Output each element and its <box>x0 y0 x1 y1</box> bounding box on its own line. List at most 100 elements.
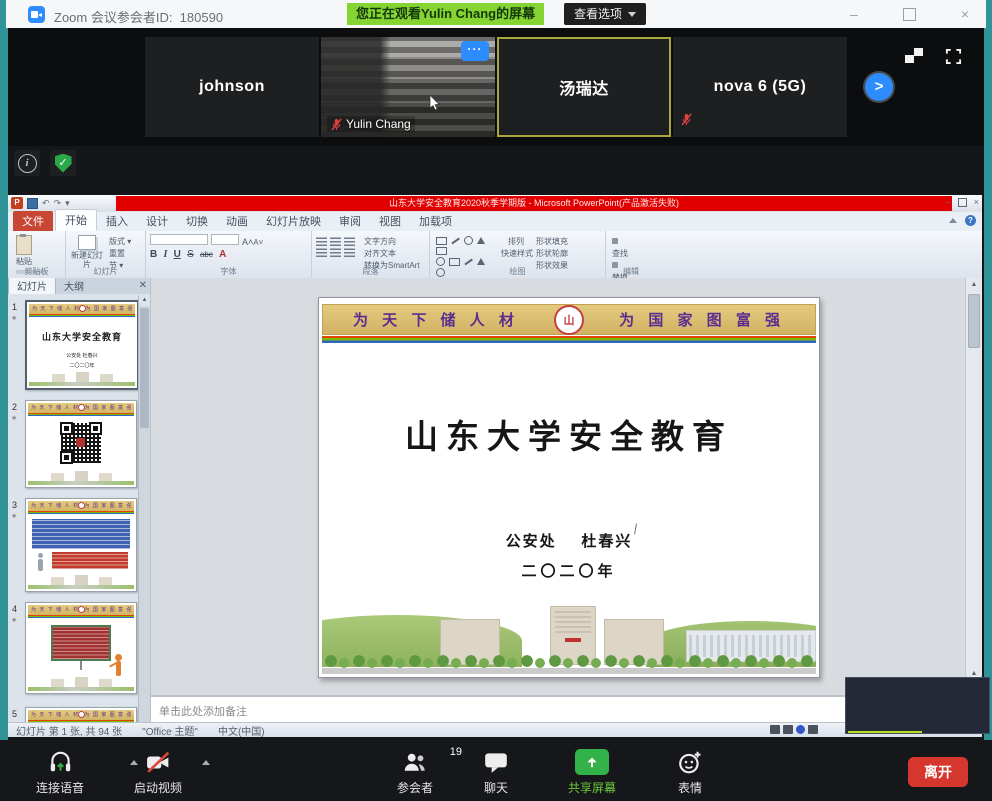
share-screen-button[interactable]: 共享屏幕 <box>556 748 628 796</box>
participants-button[interactable]: 19 参会者 <box>384 748 446 796</box>
italic-button[interactable]: I <box>163 249 167 260</box>
panel-tab-slides[interactable]: 幻灯片 <box>8 278 56 294</box>
clear-formatting-button[interactable]: abc <box>200 250 213 259</box>
leave-meeting-button[interactable]: 离开 <box>908 757 968 787</box>
text-direction-button[interactable]: 文字方向 <box>364 236 420 248</box>
reading-view-button[interactable] <box>796 725 805 734</box>
normal-view-button[interactable] <box>770 725 780 734</box>
chat-button[interactable]: 聊天 <box>472 748 520 796</box>
animation-star-icon: ★ <box>11 512 17 520</box>
grow-font-icon[interactable]: A˄ <box>242 237 253 247</box>
slide-thumbnail-2[interactable]: 为 天 下 储 人 材为 国 家 图 富 强 <box>25 400 137 488</box>
fullscreen-icon[interactable] <box>945 48 962 65</box>
tab-design[interactable]: 设计 <box>137 211 177 231</box>
chat-icon <box>483 750 509 774</box>
slide-thumbnail-5[interactable]: 为 天 下 储 人 材为 国 家 图 富 强 <box>25 707 137 722</box>
reactions-button[interactable]: 表情 <box>660 748 720 796</box>
floating-video-overlay[interactable] <box>845 677 990 734</box>
bold-button[interactable]: B <box>150 249 157 260</box>
shrink-font-icon[interactable]: A˅ <box>253 238 263 247</box>
tab-slideshow[interactable]: 幻灯片放映 <box>257 211 330 231</box>
help-icon[interactable]: ? <box>965 215 976 226</box>
tab-file[interactable]: 文件 <box>13 211 53 231</box>
participant-tile-video[interactable]: Yulin Chang ··· Yulin Chang <box>321 37 495 137</box>
font-name-box[interactable] <box>150 234 208 245</box>
panel-scrollbar[interactable]: ▲ <box>138 295 150 722</box>
minimize-button[interactable]: – <box>847 0 861 28</box>
next-participants-button[interactable]: > <box>865 73 893 101</box>
ppt-status-bar: 幻灯片 第 1 张, 共 94 张 "Office 主题" 中文(中国) <box>8 722 982 737</box>
join-audio-button[interactable]: 连接语音 <box>18 748 102 796</box>
font-color-button[interactable]: A <box>219 249 226 260</box>
shape-fill-button[interactable]: 形状填充 <box>536 236 568 248</box>
slide-canvas[interactable]: 为 天 下 储 人 材 山 为 国 家 图 富 强 山东大学安全教育 公安处 杜… <box>318 297 820 678</box>
find-button[interactable]: 查找 <box>612 236 652 260</box>
minimize-ribbon-icon[interactable] <box>949 218 957 223</box>
ppt-minimize-button[interactable]: – <box>946 197 951 207</box>
zoom-app-icon <box>28 6 45 23</box>
strikethrough-button[interactable]: S <box>187 249 194 260</box>
info-icon[interactable]: i <box>18 154 37 173</box>
maximize-button[interactable] <box>903 8 916 21</box>
paragraph-group: 文字方向 对齐文本 转换为SmartArt 段落 <box>312 231 430 278</box>
view-options-button[interactable]: 查看选项 <box>564 3 646 25</box>
slide-number: 3 <box>12 500 17 510</box>
thumb-banner-left: 为 天 下 储 人 材 <box>32 304 79 314</box>
slide-year: 二〇二〇年 <box>319 560 819 581</box>
quick-styles-button[interactable]: 快速样式 <box>501 248 531 260</box>
slide-thumbnail-4[interactable]: 为 天 下 储 人 材为 国 家 图 富 强 <box>25 602 137 694</box>
slide-thumbnail-3[interactable]: 为 天 下 储 人 材为 国 家 图 富 强 <box>25 498 137 592</box>
tab-transitions[interactable]: 切换 <box>177 211 217 231</box>
thumb-banner-left: 为 天 下 储 人 材 <box>31 605 78 615</box>
undo-icon[interactable]: ↶ <box>42 197 50 209</box>
tab-view[interactable]: 视图 <box>370 211 410 231</box>
arrange-button[interactable]: 排列 <box>501 236 531 248</box>
encryption-shield-icon[interactable]: ✓ <box>55 154 72 173</box>
panel-tab-outline[interactable]: 大纲 <box>56 278 92 294</box>
editing-group-label: 编辑 <box>606 266 656 277</box>
new-slide-button[interactable]: 新建幻灯片 <box>70 234 104 269</box>
powerpoint-app-icon: P <box>11 197 23 209</box>
font-size-box[interactable] <box>211 234 239 245</box>
participant-tile[interactable]: johnson <box>145 37 319 137</box>
participant-tile[interactable]: nova 6 (5G) <box>673 37 847 137</box>
gallery-view-icon[interactable] <box>905 48 923 63</box>
find-label: 查找 <box>612 248 652 260</box>
slides-group: 新建幻灯片 版式 ▾ 重置 节 ▾ 幻灯片 <box>66 231 146 278</box>
alignment-buttons[interactable] <box>316 237 362 259</box>
shape-outline-button[interactable]: 形状轮廓 <box>536 248 568 260</box>
layout-button[interactable]: 版式 ▾ <box>109 236 131 248</box>
redo-icon[interactable]: ↷ <box>54 197 62 209</box>
vertical-scrollbar[interactable]: ▲ ▲▼ <box>965 278 982 695</box>
qat-dropdown-icon[interactable]: ▾ <box>65 197 70 209</box>
thumb-figure <box>38 559 43 571</box>
underline-button[interactable]: U <box>174 249 181 260</box>
zoom-meeting-window: Zoom 会议参会者ID: 180590 您正在观看Yulin Chang的屏幕… <box>0 0 992 801</box>
paste-button[interactable]: 粘贴 <box>12 234 36 267</box>
slide-sorter-view-button[interactable] <box>783 725 793 734</box>
tab-home[interactable]: 开始 <box>55 209 97 231</box>
participant-tile-active-speaker[interactable]: 汤瑞达 <box>497 37 671 137</box>
window-controls: – × <box>847 0 972 28</box>
save-icon[interactable] <box>27 198 38 209</box>
slideshow-view-button[interactable] <box>808 725 818 734</box>
tab-animations[interactable]: 动画 <box>217 211 257 231</box>
align-text-button[interactable]: 对齐文本 <box>364 248 420 260</box>
start-video-button[interactable]: 启动视频 <box>120 748 196 796</box>
tab-addins[interactable]: 加载项 <box>410 211 461 231</box>
close-button[interactable]: × <box>958 0 972 28</box>
share-screen-icon <box>575 749 609 775</box>
ppt-close-button[interactable]: × <box>974 197 979 207</box>
thumb-banner-right: 为 国 家 图 富 强 <box>85 501 132 511</box>
more-options-button[interactable]: ··· <box>461 41 489 61</box>
panel-close-icon[interactable]: ✕ <box>139 280 147 291</box>
video-options-caret[interactable] <box>202 760 210 765</box>
chevron-down-icon <box>628 12 636 17</box>
tab-insert[interactable]: 插入 <box>97 211 137 231</box>
reset-button[interactable]: 重置 <box>109 248 131 260</box>
font-group-label: 字体 <box>146 266 311 277</box>
thumb-text-block-blue <box>32 519 130 549</box>
ppt-restore-button[interactable] <box>958 198 967 207</box>
slide-thumbnail-1[interactable]: 为 天 下 储 人 材为 国 家 图 富 强 山东大学安全教育 公安处 杜春兴二… <box>25 300 139 390</box>
tab-review[interactable]: 审阅 <box>330 211 370 231</box>
